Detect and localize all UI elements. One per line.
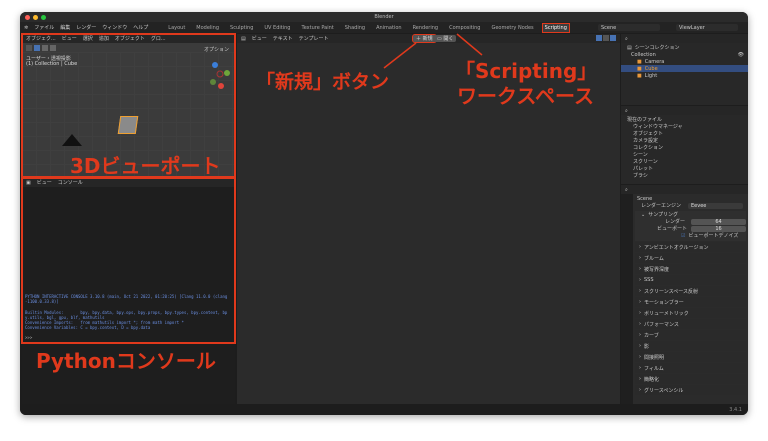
arrow-new-button bbox=[383, 42, 417, 69]
annotation-console: Pythonコンソール bbox=[36, 349, 216, 373]
annotation-workspace: ワークスペース bbox=[457, 84, 594, 108]
annotation-viewport: 3Dビューポート bbox=[70, 154, 221, 178]
annotation-new-button: 「新規」ボタン bbox=[256, 71, 390, 93]
arrow-scripting bbox=[456, 33, 483, 56]
